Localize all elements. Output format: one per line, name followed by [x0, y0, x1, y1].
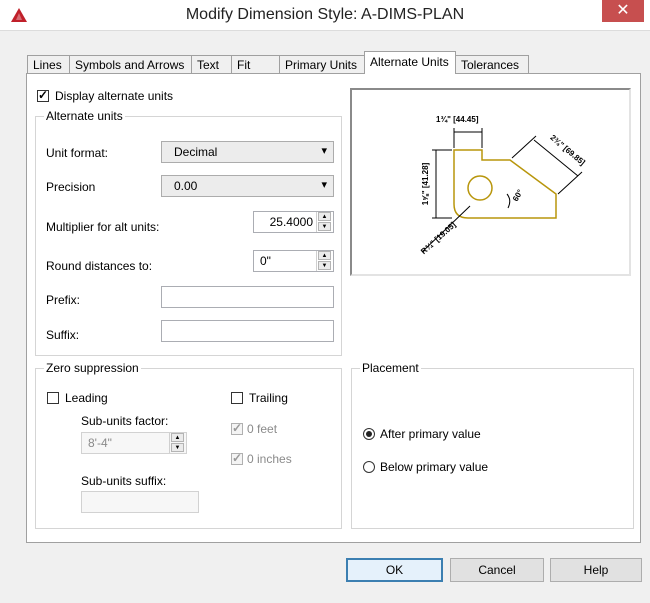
title-bar: Modify Dimension Style: A-DIMS-PLAN ✕: [0, 0, 650, 30]
preview-label-radius: R¾" [19.05]: [419, 220, 458, 256]
zero-feet-checkbox[interactable]: [231, 421, 243, 435]
round-distances-label: Round distances to:: [46, 259, 153, 273]
suffix-input[interactable]: [161, 320, 334, 342]
round-spin-buttons: ▲ ▼: [316, 251, 333, 271]
precision-select[interactable]: 0.00 ▾: [161, 175, 334, 197]
tab-text[interactable]: Text: [191, 55, 232, 73]
window-title: Modify Dimension Style: A-DIMS-PLAN: [185, 6, 465, 23]
preview-label-right: 2¾" [69.85]: [548, 133, 587, 167]
ok-button[interactable]: OK: [346, 558, 443, 582]
sub-units-suffix-label: Sub-units suffix:: [81, 474, 167, 488]
title-divider: [0, 30, 650, 31]
dimension-preview-drawing: 1¾" [44.45] 1⅝" [41.28] 2¾" [69.85] 60° …: [419, 115, 587, 256]
tab-primary-units[interactable]: Primary Units: [279, 55, 365, 73]
display-alternate-units-label: Display alternate units: [55, 89, 174, 103]
chevron-down-icon: ▾: [321, 179, 327, 191]
placement-title: Placement: [360, 361, 421, 375]
spin-up-icon[interactable]: ▲: [171, 433, 184, 442]
tab-lines[interactable]: Lines: [27, 55, 70, 73]
multiplier-value: 25.4000: [269, 215, 313, 229]
trailing-label: Trailing: [249, 391, 288, 405]
after-primary-value-label: After primary value: [380, 427, 481, 441]
multiplier-label: Multiplier for alt units:: [46, 220, 160, 234]
unit-format-value: Decimal: [174, 145, 218, 159]
placement-group: Placement: [351, 361, 634, 529]
below-primary-value-radio[interactable]: [363, 461, 375, 473]
display-alternate-units-checkbox[interactable]: [37, 88, 49, 102]
leading-checkbox[interactable]: [47, 392, 59, 404]
preview-label-top: 1¾" [44.45]: [436, 115, 479, 124]
tab-symbols-and-arrows[interactable]: Symbols and Arrows: [69, 55, 192, 73]
round-distances-spinner[interactable]: 0" ▲ ▼: [253, 250, 334, 272]
zero-inches-label: 0 inches: [247, 452, 292, 466]
spin-up-icon[interactable]: ▲: [318, 251, 331, 260]
close-button[interactable]: ✕: [602, 0, 644, 22]
after-primary-value-radio[interactable]: [363, 428, 375, 440]
multiplier-spin-buttons: ▲ ▼: [316, 212, 333, 232]
dimension-preview: 1¾" [44.45] 1⅝" [41.28] 2¾" [69.85] 60° …: [350, 88, 631, 276]
round-distances-value: 0": [260, 254, 271, 268]
sub-units-factor-value: 8'-4": [88, 436, 112, 450]
trailing-checkbox[interactable]: [231, 392, 243, 404]
sub-units-spin-buttons: ▲ ▼: [169, 433, 186, 453]
cancel-button[interactable]: Cancel: [450, 558, 544, 582]
tab-alternate-units[interactable]: Alternate Units: [364, 51, 456, 74]
sub-units-factor-label: Sub-units factor:: [81, 414, 169, 428]
tab-fit[interactable]: Fit: [231, 55, 280, 73]
leading-label: Leading: [65, 391, 108, 405]
prefix-input[interactable]: [161, 286, 334, 308]
zero-feet-label: 0 feet: [247, 422, 278, 436]
spin-down-icon[interactable]: ▼: [171, 443, 184, 452]
preview-label-angle: 60°: [511, 188, 525, 203]
alternate-units-title: Alternate units: [44, 109, 125, 123]
sub-units-factor-spinner[interactable]: 8'-4" ▲ ▼: [81, 432, 187, 454]
zero-inches-checkbox[interactable]: [231, 451, 243, 465]
preview-label-left: 1⅝" [41.28]: [421, 162, 430, 205]
precision-label: Precision: [46, 180, 96, 194]
zero-suppression-title: Zero suppression: [44, 361, 141, 375]
precision-value: 0.00: [174, 179, 198, 193]
below-primary-value-label: Below primary value: [380, 460, 489, 474]
spin-up-icon[interactable]: ▲: [318, 212, 331, 221]
multiplier-spinner[interactable]: 25.4000 ▲ ▼: [253, 211, 334, 233]
suffix-label: Suffix:: [46, 328, 80, 342]
sub-units-suffix-input[interactable]: [81, 491, 199, 513]
alternate-units-panel: Display alternate units Alternate units …: [26, 73, 641, 543]
unit-format-label: Unit format:: [46, 146, 109, 160]
chevron-down-icon: ▾: [321, 145, 327, 157]
tab-tolerances[interactable]: Tolerances: [455, 55, 529, 73]
unit-format-select[interactable]: Decimal ▾: [161, 141, 334, 163]
preview-part-outline: [453, 149, 557, 219]
spin-down-icon[interactable]: ▼: [318, 222, 331, 231]
prefix-label: Prefix:: [46, 293, 81, 307]
spin-down-icon[interactable]: ▼: [318, 261, 331, 270]
help-button[interactable]: Help: [550, 558, 642, 582]
